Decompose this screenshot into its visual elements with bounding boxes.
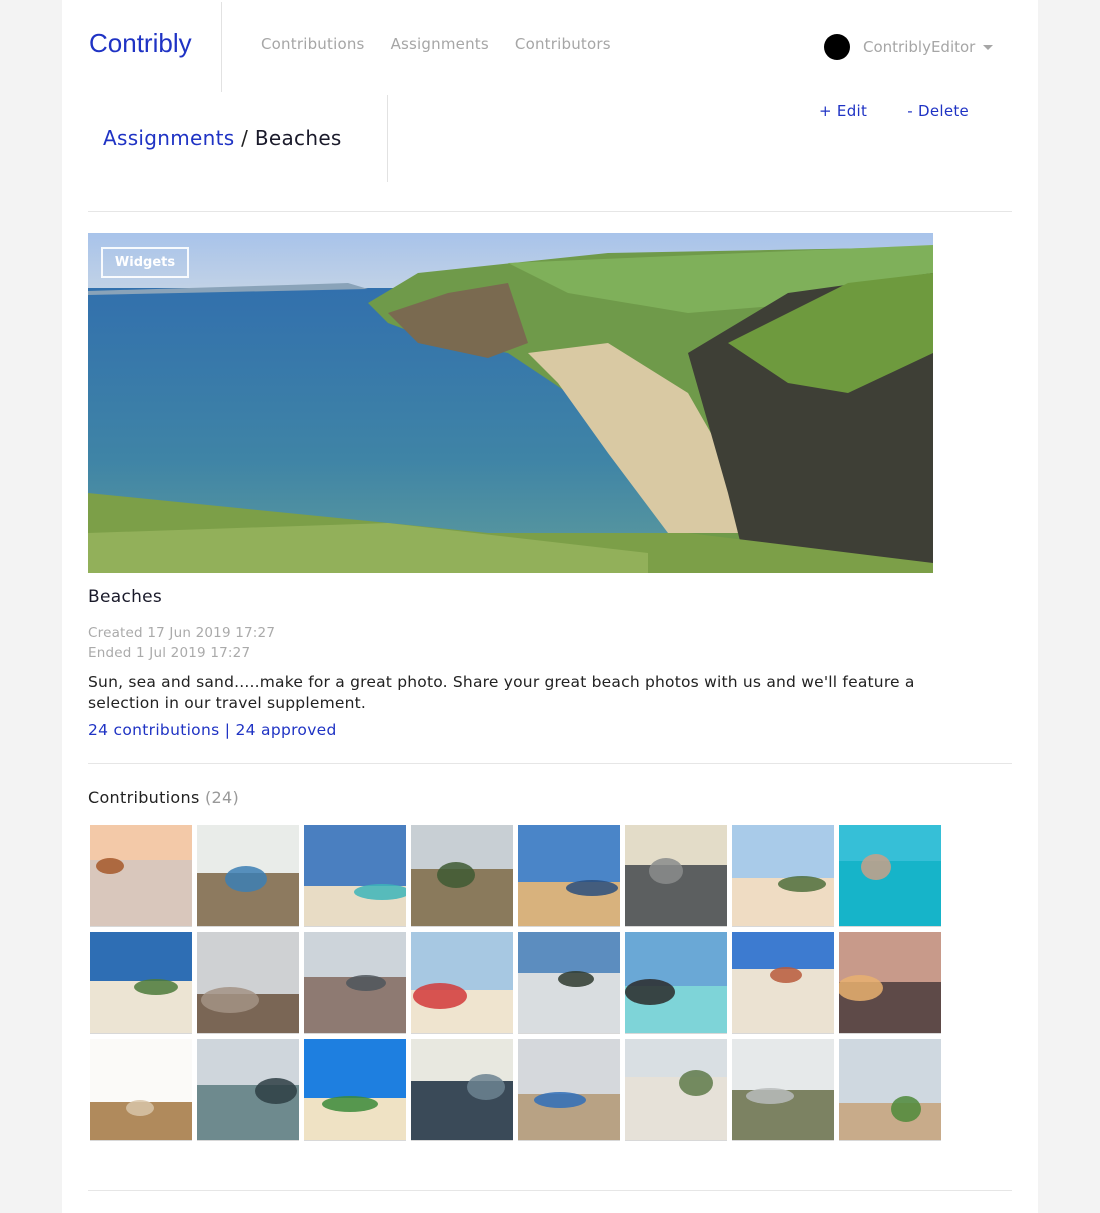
contributions-count-link[interactable]: 24 contributions (88, 721, 219, 739)
assignment-stats: 24 contributions | 24 approved (88, 721, 337, 739)
breadcrumb: Assignments / Beaches (103, 126, 342, 150)
thumbnail-image (304, 1039, 406, 1140)
contribution-thumbnail[interactable] (304, 932, 406, 1034)
divider (88, 211, 1012, 212)
contribution-thumbnail[interactable] (625, 1039, 727, 1141)
contribution-thumbnail[interactable] (839, 1039, 941, 1141)
main-nav: Contributions Assignments Contributors (261, 35, 611, 53)
widgets-button[interactable]: Widgets (101, 247, 189, 278)
breadcrumb-separator: / (241, 126, 249, 150)
thumbnail-image (839, 1039, 941, 1140)
logo-link[interactable]: Contribly (89, 28, 192, 59)
assignment-title: Beaches (88, 587, 163, 607)
contribution-thumbnail[interactable] (304, 1039, 406, 1141)
thumbnail-image (90, 825, 192, 926)
thumbnail-image (518, 1039, 620, 1140)
thumbnail-image (518, 932, 620, 1033)
ended-date: Ended 1 Jul 2019 17:27 (88, 645, 251, 661)
assignment-actions: + Edit - Delete (819, 102, 969, 120)
thumbnail-image (732, 1039, 834, 1140)
contribution-thumbnail[interactable] (90, 825, 192, 927)
user-menu[interactable]: ContriblyEditor (824, 34, 994, 60)
stats-separator: | (224, 721, 231, 739)
contribution-thumbnail[interactable] (197, 825, 299, 927)
contribution-thumbnail[interactable] (625, 825, 727, 927)
thumbnail-image (197, 1039, 299, 1140)
contributions-grid (90, 825, 941, 1141)
contribution-thumbnail[interactable] (518, 825, 620, 927)
contribution-thumbnail[interactable] (411, 1039, 513, 1141)
contributions-heading: Contributions (24) (88, 788, 239, 807)
avatar (824, 34, 850, 60)
thumbnail-image (197, 825, 299, 926)
assignment-description: Sun, sea and sand.....make for a great p… (88, 673, 915, 712)
approved-count-link[interactable]: 24 approved (235, 721, 336, 739)
thumbnail-image (90, 932, 192, 1033)
created-date: Created 17 Jun 2019 17:27 (88, 625, 276, 641)
contribution-thumbnail[interactable] (90, 1039, 192, 1141)
divider (88, 763, 1012, 764)
divider (88, 1190, 1012, 1191)
thumbnail-image (732, 932, 834, 1033)
contribution-thumbnail[interactable] (732, 932, 834, 1034)
contribution-thumbnail[interactable] (411, 932, 513, 1034)
thumbnail-image (732, 825, 834, 926)
breadcrumb-assignments-link[interactable]: Assignments (103, 126, 234, 150)
contributions-heading-count: (24) (204, 788, 240, 807)
edit-button[interactable]: + Edit (819, 102, 867, 120)
thumbnail-image (411, 932, 513, 1033)
thumbnail-image (90, 1039, 192, 1140)
thumbnail-image (839, 825, 941, 926)
contribution-thumbnail[interactable] (518, 932, 620, 1034)
contribution-thumbnail[interactable] (732, 1039, 834, 1141)
hero-image: Widgets (88, 233, 933, 573)
thumbnail-image (411, 1039, 513, 1140)
nav-assignments[interactable]: Assignments (391, 35, 489, 53)
username: ContriblyEditor (863, 38, 976, 56)
contribution-thumbnail[interactable] (90, 932, 192, 1034)
thumbnail-image (411, 825, 513, 926)
contribution-thumbnail[interactable] (732, 825, 834, 927)
contribution-thumbnail[interactable] (518, 1039, 620, 1141)
hero-landscape (88, 233, 933, 573)
caret-down-icon (983, 44, 994, 50)
contribution-thumbnail[interactable] (839, 932, 941, 1034)
contribution-thumbnail[interactable] (839, 825, 941, 927)
thumbnail-image (625, 932, 727, 1033)
nav-contributions[interactable]: Contributions (261, 35, 365, 53)
thumbnail-image (304, 932, 406, 1033)
page: Contribly Contributions Assignments Cont… (62, 0, 1038, 1213)
contribution-thumbnail[interactable] (625, 932, 727, 1034)
assignment-dates: Created 17 Jun 2019 17:27 Ended 1 Jul 20… (88, 623, 275, 663)
nav-contributors[interactable]: Contributors (515, 35, 611, 53)
delete-button[interactable]: - Delete (907, 102, 969, 120)
breadcrumb-divider (387, 95, 388, 182)
contribution-thumbnail[interactable] (411, 825, 513, 927)
thumbnail-image (304, 825, 406, 926)
thumbnail-image (625, 1039, 727, 1140)
contribution-thumbnail[interactable] (304, 825, 406, 927)
thumbnail-image (625, 825, 727, 926)
thumbnail-image (839, 932, 941, 1033)
header-divider (221, 2, 222, 92)
contribution-thumbnail[interactable] (197, 1039, 299, 1141)
thumbnail-image (197, 932, 299, 1033)
contribution-thumbnail[interactable] (197, 932, 299, 1034)
thumbnail-image (518, 825, 620, 926)
contributions-heading-label: Contributions (88, 788, 200, 807)
breadcrumb-current: Beaches (254, 126, 342, 150)
